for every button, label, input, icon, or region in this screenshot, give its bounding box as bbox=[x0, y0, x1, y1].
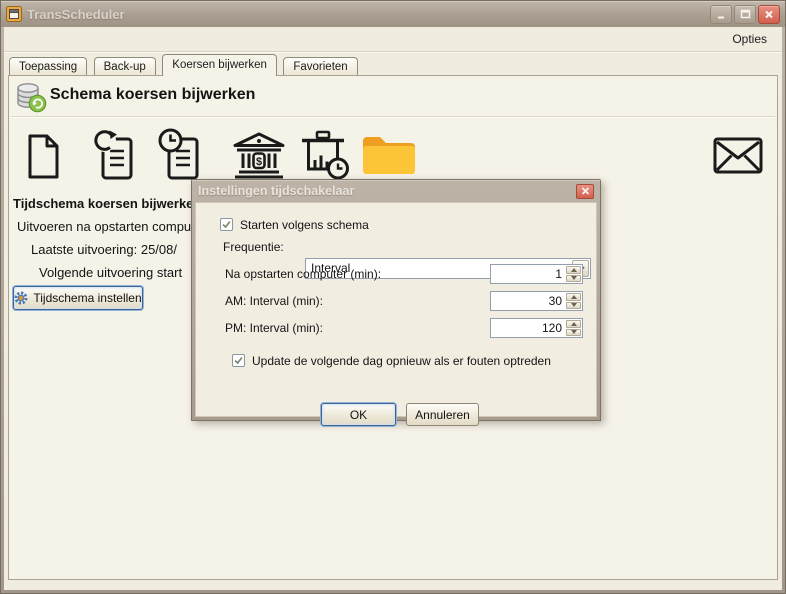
start-schedule-label: Starten volgens schema bbox=[240, 218, 369, 232]
cancel-button[interactable]: Annuleren bbox=[406, 403, 479, 426]
new-document-icon[interactable] bbox=[23, 133, 63, 185]
maximize-icon bbox=[740, 9, 751, 19]
dialog-titlebar: Instellingen tijdschakelaar bbox=[192, 180, 600, 202]
header-divider bbox=[11, 116, 775, 118]
checkmark-icon bbox=[221, 219, 232, 230]
spinner-up-button[interactable] bbox=[566, 293, 581, 301]
menu-bar: Opties bbox=[4, 27, 782, 52]
tab-favorieten[interactable]: Favorieten bbox=[283, 57, 357, 76]
spinner-up-button[interactable] bbox=[566, 266, 581, 274]
folder-icon[interactable] bbox=[361, 134, 417, 181]
am-interval-label: AM: Interval (min): bbox=[225, 294, 323, 308]
retry-next-day-checkbox[interactable] bbox=[232, 354, 245, 367]
app-window: TransScheduler Opties Toepassing Back-up… bbox=[0, 0, 786, 594]
dialog-close-button[interactable] bbox=[576, 184, 594, 199]
close-icon bbox=[764, 10, 774, 19]
checkmark-icon bbox=[233, 355, 244, 366]
info-line-startup: Uitvoeren na opstarten computer bbox=[17, 219, 206, 234]
document-refresh-icon[interactable] bbox=[89, 128, 141, 186]
pm-interval-spinner bbox=[490, 318, 583, 338]
pm-interval-label: PM: Interval (min): bbox=[225, 321, 323, 335]
spinner-buttons bbox=[566, 266, 581, 282]
minimize-icon bbox=[716, 10, 726, 19]
set-schedule-button-label: Tijdschema instellen bbox=[33, 291, 141, 305]
tab-strip: Toepassing Back-up Koersen bijwerken Fav… bbox=[8, 54, 778, 76]
database-sync-icon bbox=[15, 81, 47, 118]
after-startup-label: Na opstarten computer (min): bbox=[225, 267, 381, 281]
gear-icon bbox=[14, 291, 28, 305]
after-startup-spinner bbox=[490, 264, 583, 284]
dialog-title: Instellingen tijdschakelaar bbox=[198, 184, 354, 198]
triangle-up-icon bbox=[571, 295, 577, 299]
spinner-down-button[interactable] bbox=[566, 329, 581, 337]
close-icon bbox=[581, 187, 590, 195]
dialog-body: Starten volgens schema Frequentie: Inter… bbox=[195, 202, 597, 417]
retry-next-day-label: Update de volgende dag opnieuw als er fo… bbox=[252, 354, 551, 368]
window-titlebar: TransScheduler bbox=[1, 1, 785, 27]
spinner-down-button[interactable] bbox=[566, 302, 581, 310]
triangle-down-icon bbox=[571, 276, 577, 280]
spinner-buttons bbox=[566, 320, 581, 336]
set-schedule-button[interactable]: Tijdschema instellen bbox=[13, 286, 143, 310]
info-line-last-run: Laatste uitvoering: 25/08/ bbox=[31, 242, 177, 257]
spinner-buttons bbox=[566, 293, 581, 309]
triangle-up-icon bbox=[571, 268, 577, 272]
frequency-label: Frequentie: bbox=[223, 240, 284, 254]
window-controls bbox=[710, 5, 780, 24]
minimize-button[interactable] bbox=[710, 5, 732, 24]
triangle-up-icon bbox=[571, 322, 577, 326]
close-button[interactable] bbox=[758, 5, 780, 24]
section-title: Tijdschema koersen bijwerken bbox=[13, 196, 201, 211]
am-interval-spinner bbox=[490, 291, 583, 311]
triangle-down-icon bbox=[571, 330, 577, 334]
mail-icon[interactable] bbox=[713, 137, 763, 180]
tab-toepassing[interactable]: Toepassing bbox=[9, 57, 87, 76]
spinner-up-button[interactable] bbox=[566, 320, 581, 328]
start-schedule-checkbox[interactable] bbox=[220, 218, 233, 231]
clear-history-clock-icon[interactable] bbox=[295, 130, 351, 185]
scheduler-settings-dialog: Instellingen tijdschakelaar Starten volg… bbox=[191, 179, 601, 421]
svg-text:$: $ bbox=[256, 156, 262, 168]
spinner-down-button[interactable] bbox=[566, 275, 581, 283]
bank-icon[interactable]: $ bbox=[227, 131, 291, 184]
app-icon bbox=[6, 6, 22, 22]
tab-koersen-bijwerken[interactable]: Koersen bijwerken bbox=[162, 54, 277, 76]
menu-opties[interactable]: Opties bbox=[726, 30, 773, 48]
window-title: TransScheduler bbox=[27, 7, 125, 22]
document-schedule-icon[interactable] bbox=[155, 128, 207, 186]
info-line-next-run: Volgende uitvoering start bbox=[39, 265, 182, 280]
ok-button[interactable]: OK bbox=[321, 403, 396, 426]
ok-button-label: OK bbox=[350, 408, 367, 422]
cancel-button-label: Annuleren bbox=[415, 408, 470, 422]
tab-backup[interactable]: Back-up bbox=[94, 57, 156, 76]
page-title: Schema koersen bijwerken bbox=[50, 86, 255, 104]
maximize-button[interactable] bbox=[734, 5, 756, 24]
triangle-down-icon bbox=[571, 303, 577, 307]
